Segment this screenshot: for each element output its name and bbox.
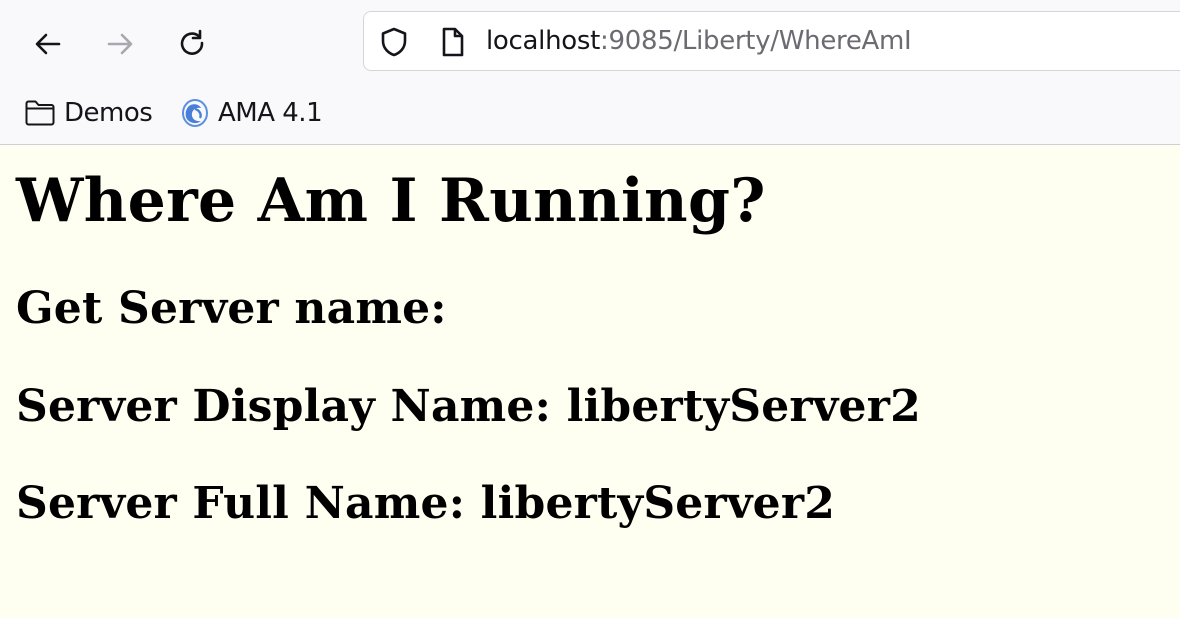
page-info-icon[interactable]: [436, 26, 468, 63]
reload-icon: [180, 29, 204, 55]
url-host: localhost: [486, 26, 601, 56]
ama-favicon-icon: [182, 99, 208, 127]
page-content: Where Am I Running? Get Server name: Ser…: [0, 145, 1180, 618]
navigation-bar: localhost:9085/Liberty/WhereAmI: [0, 0, 1180, 86]
forward-button[interactable]: [98, 22, 142, 66]
page-title: Where Am I Running?: [16, 166, 766, 236]
server-full-name: Server Full Name: libertyServer2: [16, 478, 836, 529]
back-arrow-icon: [35, 33, 61, 55]
bookmarks-toolbar: Demos AMA 4.1: [0, 88, 1180, 138]
url-path: :9085/Liberty/WhereAmI: [600, 26, 912, 56]
back-button[interactable]: [26, 22, 70, 66]
bookmark-label: Demos: [64, 98, 153, 128]
server-display-name: Server Display Name: libertyServer2: [16, 381, 921, 432]
forward-arrow-icon: [107, 33, 133, 55]
shield-icon[interactable]: [378, 26, 410, 63]
bookmark-demos[interactable]: Demos: [24, 88, 153, 138]
reload-button[interactable]: [170, 22, 214, 66]
address-bar[interactable]: localhost:9085/Liberty/WhereAmI: [363, 11, 1180, 71]
bookmark-ama[interactable]: AMA 4.1: [180, 88, 323, 138]
bookmark-label: AMA 4.1: [218, 98, 323, 128]
folder-icon: [25, 100, 55, 126]
get-server-name-heading: Get Server name:: [16, 283, 447, 334]
browser-toolbar: localhost:9085/Liberty/WhereAmI Demos AM…: [0, 0, 1180, 145]
url-text[interactable]: localhost:9085/Liberty/WhereAmI: [486, 25, 912, 57]
